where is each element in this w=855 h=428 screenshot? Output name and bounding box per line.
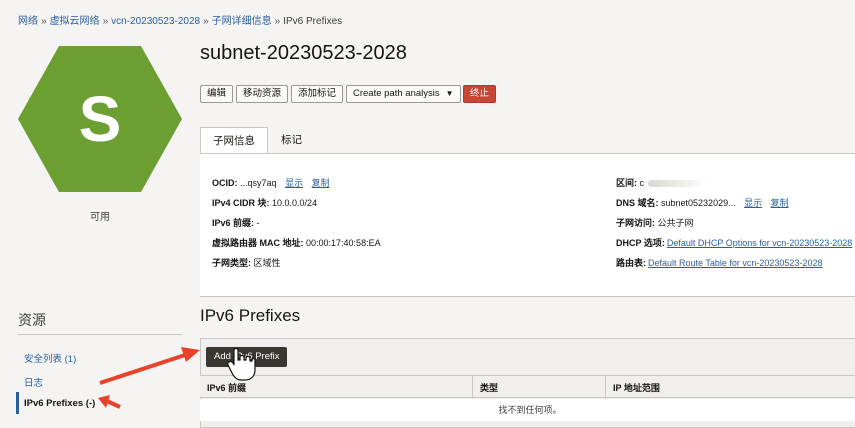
resource-hexagon: S [18,46,182,192]
region-value: c [639,178,645,188]
ipv6-label: IPv6 前缀: [212,218,255,228]
empty-message: 找不到任何项。 [200,399,855,421]
ipv4-row: IPv4 CIDR 块: 10.0.0.0/24 [212,196,317,209]
region-label: 区间: [616,178,637,188]
ocid-show-link[interactable]: 显示 [285,178,303,188]
move-resource-button[interactable]: 移动资源 [236,85,289,103]
column-type[interactable]: 类型 [480,381,498,394]
sidebar-item-logs[interactable]: 日志 [24,375,43,389]
column-ip-range[interactable]: IP 地址范围 [613,381,660,394]
breadcrumb-vcn[interactable]: 虚拟云网络 [50,16,100,27]
dns-row: DNS 域名: subnet05232029... 显示 复制 [616,196,789,209]
dhcp-row: DHCP 选项: Default DHCP Options for vcn-202… [616,236,852,249]
tab-subnet-info[interactable]: 子网信息 [200,127,268,154]
region-row: 区间: c [616,176,709,189]
section-title: IPv6 Prefixes [200,306,301,325]
column-divider [605,376,606,399]
ipv4-value: 10.0.0.0/24 [272,198,318,208]
sidebar-item-security-lists[interactable]: 安全列表 (1) [24,351,76,365]
red-arrow-icon [99,347,200,385]
add-ipv6-prefix-button[interactable]: Add IPv6 Prefix [206,347,288,367]
resources-divider [18,334,182,335]
breadcrumb-separator: » [102,16,109,27]
ipv6-row: IPv6 前缀: - [212,216,260,229]
page-title: subnet-20230523-2028 [200,42,407,64]
breadcrumb-current: IPv6 Prefixes [283,16,343,27]
column-divider [472,376,473,399]
create-path-analysis-label: Create path analysis [353,88,440,99]
route-table-label: 路由表: [616,258,646,268]
breadcrumb-networking[interactable]: 网络 [18,16,38,27]
breadcrumb: 网络» 虚拟云网络» vcn-20230523-2028» 子网详细信息» IPv6 P… [18,12,342,27]
access-row: 子网访问: 公共子网 [616,216,694,229]
breadcrumb-separator: » [203,16,209,27]
access-label: 子网访问: [616,218,655,228]
ocid-value: ...qsy7aq [240,178,277,188]
resource-status: 可用 [90,212,110,223]
ocid-row: OCID: ...qsy7aq 显示 复制 [212,176,330,189]
subnet-type-value: 区域性 [253,258,281,268]
terminate-button[interactable]: 终止 [463,85,497,103]
dns-label: DNS 域名: [616,198,659,208]
dns-copy-link[interactable]: 复制 [771,198,789,208]
edit-button[interactable]: 编辑 [200,85,234,103]
dns-show-link[interactable]: 显示 [744,198,762,208]
subnet-details-panel: OCID: ...qsy7aq 显示 复制 IPv4 CIDR 块: 10.0.… [200,153,855,297]
ipv4-label: IPv4 CIDR 块: [212,198,270,208]
breadcrumb-subnet-details[interactable]: 子网详细信息 [212,16,272,27]
route-table-row: 路由表: Default Route Table for vcn-20230523… [616,256,822,269]
access-value: 公共子网 [657,218,694,228]
dhcp-label: DHCP 选项: [616,238,665,248]
breadcrumb-separator: » [274,16,281,27]
dns-value: subnet05232029... [661,198,736,208]
create-path-analysis-button[interactable]: Create path analysis ▼ [346,85,461,103]
mac-row: 虚拟路由器 MAC 地址: 00:00:17:40:58:EA [212,236,381,249]
active-indicator [16,392,19,414]
ocid-copy-link[interactable]: 复制 [312,178,330,188]
red-arrow-icon [98,395,121,409]
column-ipv6-prefix[interactable]: IPv6 前缀 [207,381,246,394]
subnet-type-label: 子网类型: [212,258,251,268]
ipv6-value: - [256,218,260,228]
mac-value: 00:00:17:40:58:EA [306,238,381,248]
breadcrumb-vcn-name[interactable]: vcn-20230523-2028 [111,16,200,27]
tab-tags[interactable]: 标记 [269,127,314,154]
redacted-blur [648,180,709,188]
breadcrumb-separator: » [41,16,47,27]
resources-heading: 资源 [18,312,46,328]
route-table-link[interactable]: Default Route Table for vcn-20230523-202… [648,258,822,268]
mac-label: 虚拟路由器 MAC 地址: [212,238,304,248]
add-tags-button[interactable]: 添加标记 [291,85,344,103]
table-header: IPv6 前缀 类型 IP 地址范围 [200,375,855,399]
resource-letter: S [78,83,122,155]
dhcp-options-link[interactable]: Default DHCP Options for vcn-20230523-20… [667,238,852,248]
ocid-label: OCID: [212,178,238,188]
sidebar-item-ipv6-prefixes[interactable]: IPv6 Prefixes (-) [24,398,95,409]
caret-down-icon: ▼ [445,89,454,98]
subnet-type-row: 子网类型: 区域性 [212,256,281,269]
